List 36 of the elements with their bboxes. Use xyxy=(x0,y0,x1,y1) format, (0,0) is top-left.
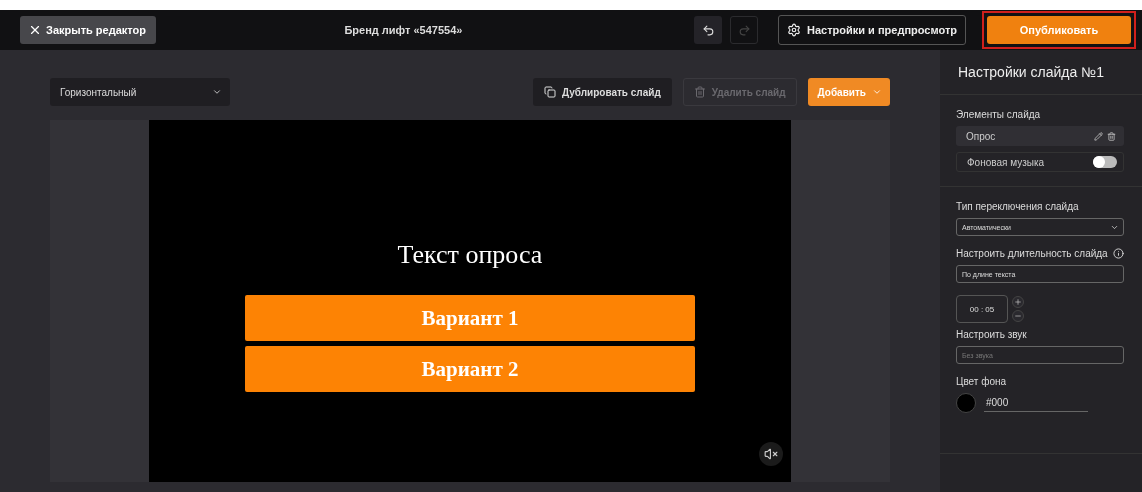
edit-icon[interactable] xyxy=(1094,131,1103,141)
field-label: Тип переключения слайда xyxy=(956,201,1080,212)
orientation-select[interactable]: Горизонтальный xyxy=(50,78,230,106)
mute-icon[interactable] xyxy=(759,442,783,466)
minus-icon xyxy=(1014,312,1022,320)
trash-icon[interactable] xyxy=(1107,131,1116,141)
trash-icon xyxy=(693,86,706,98)
element-label: Фоновая музыка xyxy=(967,156,1045,168)
duration-field[interactable]: 00 : 05 xyxy=(956,295,1008,323)
element-label: Опрос xyxy=(966,130,996,142)
caret-icon xyxy=(212,87,222,97)
poll-question: Текст опроса xyxy=(397,240,543,270)
redo-icon xyxy=(737,23,751,37)
slide-element-item[interactable]: Опрос xyxy=(956,126,1124,146)
field-label: Настроить звук xyxy=(956,329,1028,340)
duplicate-slide-button[interactable]: Дублировать слайд xyxy=(532,78,672,106)
field-label: Настроить длительность слайда xyxy=(956,248,1108,259)
panel-title: Настройки слайда №1 xyxy=(940,50,1142,95)
increase-button[interactable] xyxy=(1012,296,1024,308)
color-value-field[interactable]: #000 xyxy=(984,394,1088,412)
color-swatch[interactable] xyxy=(956,393,976,413)
copy-icon xyxy=(543,86,556,98)
caret-icon xyxy=(872,87,882,97)
close-icon xyxy=(28,23,42,37)
section-label: Элементы слайда xyxy=(956,109,1042,120)
field-label: Цвет фона xyxy=(956,376,1008,387)
undo-icon xyxy=(701,23,715,37)
undo-button[interactable] xyxy=(694,16,722,44)
plus-icon xyxy=(1014,298,1022,306)
decrease-button[interactable] xyxy=(1012,310,1024,322)
settings-icon xyxy=(787,23,801,37)
toggle-switch[interactable] xyxy=(1093,156,1117,168)
close-editor-button[interactable]: Закрыть редактор xyxy=(20,16,156,44)
project-title: Бренд лифт «547554» xyxy=(344,24,463,36)
settings-preview-button[interactable]: Настройки и предпросмотр xyxy=(778,15,966,45)
info-icon[interactable] xyxy=(1113,248,1124,259)
